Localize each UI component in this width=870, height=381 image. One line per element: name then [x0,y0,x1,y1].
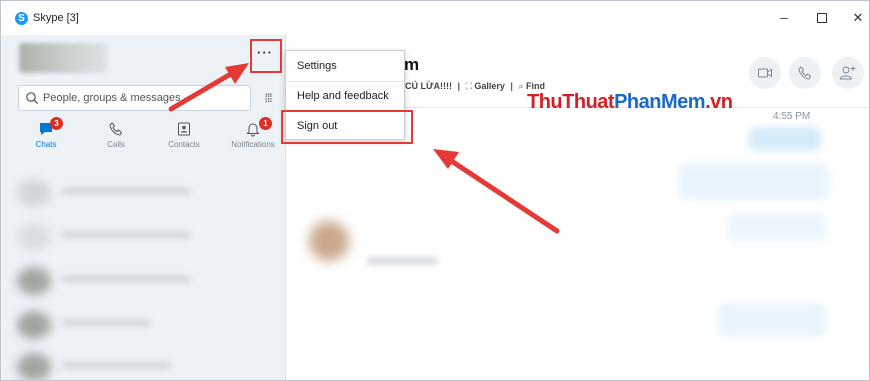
add-person-icon [839,66,856,80]
close-button[interactable]: ✕ [843,7,869,29]
video-camera-icon [758,68,772,78]
skype-window: S Skype [3] – ✕ ··· ⁞⁞⁞ 3 Chats [0,0,870,381]
message-text [367,257,437,265]
search-icon [26,92,38,104]
conversation-subtitle: CÚ LỪA!!!! | ⛶ Gallery | ⌕ Find [405,81,545,92]
minimize-button[interactable]: – [769,7,799,29]
profile-avatar[interactable] [19,43,107,73]
video-call-button[interactable] [749,57,781,89]
audio-call-button[interactable] [789,57,821,89]
main-nav: 3 Chats Calls Contacts 1 Notifications [1,117,286,157]
more-button-highlight [250,39,282,73]
maximize-button[interactable] [807,7,837,29]
separator: | [510,81,513,91]
conversation-topic: CÚ LỪA!!!! [405,81,452,91]
watermark-part-1: ThuThuat [527,91,615,113]
tab-chats-label: Chats [35,140,57,149]
conversation-title: m [404,55,420,74]
phone-icon [109,122,123,136]
tab-calls-label: Calls [107,140,125,149]
watermark-part-2: PhanMem [614,91,706,113]
message-timestamp: 4:55 PM [773,111,811,122]
add-participant-button[interactable] [832,57,864,89]
chats-badge: 3 [50,117,63,130]
list-item[interactable] [9,263,279,297]
separator: | [457,81,460,91]
maximize-icon [817,13,827,23]
contact-avatar [309,221,349,261]
conversation-list [1,163,286,380]
tab-notifications-label: Notifications [231,140,275,149]
message-bubble [679,163,829,199]
menu-item-settings[interactable]: Settings [286,52,404,80]
contacts-icon [178,122,190,136]
search-input[interactable] [43,86,243,110]
message-bubble [749,127,821,151]
list-item[interactable] [9,349,279,380]
list-item[interactable] [9,307,279,341]
gallery-link[interactable]: Gallery [474,81,505,91]
message-bubble [717,303,827,337]
sidebar: ··· ⁞⁞⁞ 3 Chats Calls [1,35,286,380]
menu-item-help[interactable]: Help and feedback [286,82,404,110]
gallery-icon: ⛶ [465,81,472,91]
skype-logo-icon: S [15,12,28,25]
watermark-part-3: .vn [705,91,733,113]
list-item[interactable] [9,175,279,209]
sign-out-highlight [281,110,413,144]
dialpad-button[interactable]: ⁞⁞⁞ [259,89,277,107]
notifications-badge: 1 [259,117,272,130]
search-box[interactable] [18,85,251,111]
tab-notifications[interactable]: 1 Notifications [223,117,283,157]
find-icon: ⌕ [518,81,524,91]
list-item[interactable] [9,219,279,253]
tab-contacts[interactable]: Contacts [154,117,214,157]
window-title: Skype [3] [33,12,79,24]
phone-icon [798,66,812,80]
tab-contacts-label: Contacts [168,140,200,149]
tab-calls[interactable]: Calls [86,117,146,157]
watermark: ThuThuatPhanMem.vn [527,91,733,114]
find-link[interactable]: Find [526,81,545,91]
tab-chats[interactable]: 3 Chats [16,117,76,157]
title-bar: S Skype [3] – ✕ [1,1,869,35]
message-bubble [727,213,827,241]
